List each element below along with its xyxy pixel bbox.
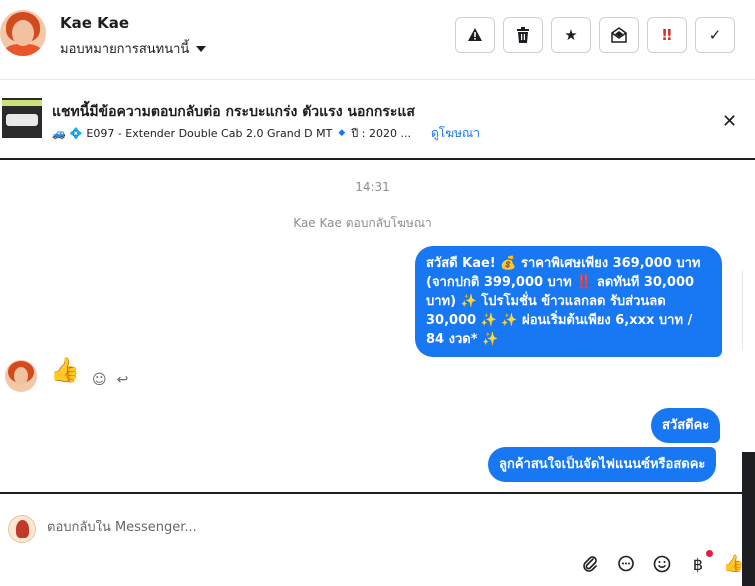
notification-dot — [706, 550, 713, 557]
assign-conversation-dropdown[interactable]: มอบหมายการสนทนานี้ — [60, 38, 207, 59]
outgoing-message[interactable]: สวัสดีคะ — [651, 408, 721, 443]
ad-model: 🚙 💠 E097 - Extender Double Cab 2.0 Grand… — [52, 126, 333, 140]
ad-context-bar: แชทนี้มีข้อความตอบกลับต่อ กระบะแกร่ง ตัว… — [0, 80, 755, 160]
reply-composer: ฿ 👍 — [0, 494, 755, 586]
reply-icon[interactable]: ↩ — [117, 372, 129, 388]
mark-unread-button[interactable] — [599, 17, 639, 53]
saved-reply-icon[interactable] — [614, 552, 638, 576]
contact-avatar[interactable] — [0, 10, 46, 56]
contact-name[interactable]: Kae Kae — [60, 14, 129, 32]
ad-meta: 🚙 💠 E097 - Extender Double Cab 2.0 Grand… — [52, 124, 411, 142]
ad-thumbnail[interactable] — [2, 98, 42, 138]
page-avatar — [8, 515, 36, 543]
composer-toolbar: ฿ 👍 — [578, 550, 746, 576]
message-thread[interactable]: 14:31 Kae Kae ตอบกลับโฆษณา สวัสดี Kae! 💰… — [0, 160, 740, 492]
delete-button[interactable] — [503, 17, 543, 53]
payment-icon[interactable]: ฿ — [686, 550, 713, 576]
attachment-icon[interactable] — [578, 552, 602, 576]
emoji-react-icon[interactable]: ☺ — [92, 372, 107, 388]
check-icon: ✓ — [708, 26, 722, 44]
message-timestamp: 14:31 — [355, 180, 390, 194]
separator-dot: ◆ — [338, 128, 346, 138]
warning-icon — [468, 28, 482, 41]
priority-button[interactable]: ‼ — [647, 17, 687, 53]
header-actions: ★ ‼ ✓ — [455, 17, 735, 53]
assign-label: มอบหมายการสนทนานี้ — [60, 42, 190, 57]
star-button[interactable]: ★ — [551, 17, 591, 53]
star-icon: ★ — [564, 26, 578, 44]
trash-icon — [517, 27, 529, 43]
like-send-icon[interactable]: 👍 — [722, 552, 746, 576]
outgoing-message[interactable]: สวัสดี Kae! 💰 ราคาพิเศษเพียง 369,000 บาท… — [415, 246, 722, 357]
emoji-icon[interactable] — [650, 552, 674, 576]
outgoing-message[interactable]: ลูกค้าสนใจเป็นจัดไฟแนนซ์หรือสดคะ — [488, 447, 717, 482]
conversation-header: Kae Kae มอบหมายการสนทนานี้ ★ ‼ ✓ — [0, 0, 755, 80]
like-icon[interactable]: 👍 — [50, 356, 80, 384]
reply-input[interactable] — [47, 520, 567, 535]
message-reactions: ☺ ↩ — [92, 372, 128, 388]
envelope-open-icon — [611, 27, 627, 43]
ad-title: แชทนี้มีข้อความตอบกลับต่อ กระบะแกร่ง ตัว… — [52, 104, 415, 120]
ad-year: ปี : 2020 ... — [351, 127, 411, 140]
view-ad-link[interactable]: ดูโฆษณา — [431, 124, 480, 143]
report-button[interactable] — [455, 17, 495, 53]
ad-reply-notice: Kae Kae ตอบกลับโฆษณา — [293, 216, 432, 230]
sender-avatar — [5, 360, 37, 392]
side-panel-edge — [742, 270, 755, 350]
chevron-down-icon — [196, 45, 207, 52]
close-icon[interactable]: ✕ — [722, 111, 737, 132]
done-button[interactable]: ✓ — [695, 17, 735, 53]
double-exclamation-icon: ‼ — [662, 26, 672, 44]
